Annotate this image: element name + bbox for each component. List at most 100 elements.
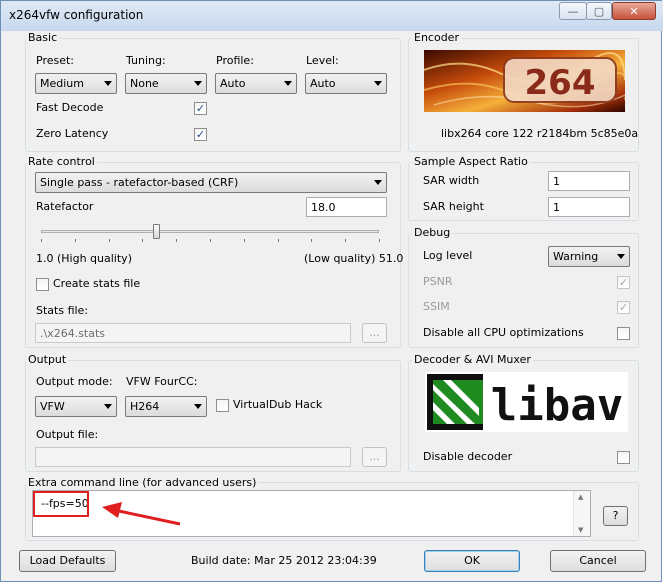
x264-logo: 264: [423, 50, 628, 112]
fourcc-select[interactable]: H264: [125, 396, 207, 417]
profile-select[interactable]: Auto: [215, 73, 297, 94]
stats-file-value: .\x264.stats: [40, 327, 106, 340]
chevron-down-icon: [104, 404, 112, 409]
log-level-select[interactable]: Warning: [548, 246, 630, 267]
debug-legend: Debug: [412, 226, 453, 239]
disable-decoder-checkbox[interactable]: [617, 451, 630, 464]
profile-label: Profile:: [216, 54, 254, 67]
sar-width-value: 1: [553, 175, 560, 188]
ratefactor-label: Ratefactor: [36, 200, 94, 213]
output-browse-button[interactable]: ...: [362, 447, 387, 467]
fourcc-value: H264: [130, 400, 160, 413]
chevron-down-icon: [374, 180, 382, 185]
fast-decode-label: Fast Decode: [36, 101, 104, 114]
scroll-down-icon[interactable]: ▼: [578, 526, 583, 534]
stats-file-label: Stats file:: [36, 304, 89, 317]
ssim-checkbox[interactable]: ✓: [617, 301, 630, 314]
zero-latency-label: Zero Latency: [36, 127, 109, 140]
config-window: x264vfw configuration — ▢ ✕ Basic Preset…: [0, 0, 663, 582]
encoder-version: libx264 core 122 r2184bm 5c85e0a: [441, 127, 639, 140]
preset-select[interactable]: Medium: [35, 73, 117, 94]
level-select[interactable]: Auto: [305, 73, 387, 94]
profile-value: Auto: [220, 77, 246, 90]
cancel-button[interactable]: Cancel: [550, 550, 646, 572]
create-stats-checkbox[interactable]: [36, 278, 49, 291]
help-button[interactable]: ?: [603, 506, 628, 526]
sar-height-input[interactable]: 1: [548, 197, 630, 217]
chevron-down-icon: [617, 254, 625, 259]
psnr-checkbox[interactable]: ✓: [617, 276, 630, 289]
chevron-down-icon: [374, 81, 382, 86]
preset-value: Medium: [40, 77, 84, 90]
libav-logo-text: libav: [491, 380, 623, 431]
stats-browse-button[interactable]: ...: [362, 323, 387, 343]
output-mode-label: Output mode:: [36, 375, 113, 388]
ratefactor-input[interactable]: 18.0: [306, 197, 387, 217]
output-file-label: Output file:: [36, 428, 99, 441]
sar-height-value: 1: [553, 201, 560, 214]
slider-tick: [108, 239, 110, 242]
psnr-label: PSNR: [423, 275, 453, 288]
tuning-label: Tuning:: [126, 54, 166, 67]
encoder-legend: Encoder: [412, 31, 461, 44]
window-title: x264vfw configuration: [9, 8, 144, 22]
chevron-down-icon: [194, 81, 202, 86]
slider-tick: [41, 239, 42, 242]
slider-tick: [210, 239, 211, 242]
title-bar[interactable]: x264vfw configuration — ▢ ✕: [1, 1, 663, 31]
tuning-select[interactable]: None: [125, 73, 207, 94]
annotation-highlight-box: [33, 491, 89, 517]
restore-button[interactable]: ▢: [586, 2, 612, 20]
zero-latency-checkbox[interactable]: ✓: [194, 128, 207, 141]
vdub-hack-checkbox[interactable]: [216, 399, 229, 412]
sar-height-label: SAR height: [423, 200, 484, 213]
sar-legend: Sample Aspect Ratio: [412, 155, 530, 168]
slider-tick: [243, 239, 245, 242]
ssim-label: SSIM: [423, 300, 450, 313]
rate-control-mode-select[interactable]: Single pass - ratefactor-based (CRF): [35, 172, 387, 193]
slider-tick: [142, 239, 144, 242]
annotation-arrow-icon: [102, 502, 181, 526]
tuning-value: None: [130, 77, 159, 90]
chevron-down-icon: [104, 81, 112, 86]
output-mode-select[interactable]: VFW: [35, 396, 117, 417]
output-mode-value: VFW: [40, 400, 65, 413]
close-button[interactable]: ✕: [612, 2, 656, 20]
fast-decode-checkbox[interactable]: ✓: [194, 102, 207, 115]
ok-button[interactable]: OK: [424, 550, 520, 572]
basic-legend: Basic: [26, 31, 60, 44]
x264-logo-text: 264: [525, 63, 596, 103]
extra-legend: Extra command line (for advanced users): [26, 476, 259, 489]
rate-control-mode-value: Single pass - ratefactor-based (CRF): [40, 176, 239, 189]
output-legend: Output: [26, 353, 69, 366]
chevron-down-icon: [194, 404, 202, 409]
load-defaults-button[interactable]: Load Defaults: [19, 550, 116, 572]
ratefactor-slider-thumb[interactable]: [152, 224, 160, 239]
output-file-input[interactable]: [35, 447, 351, 467]
scroll-up-icon[interactable]: ▲: [578, 493, 583, 501]
ratefactor-slider-track[interactable]: [41, 230, 379, 233]
slider-tick: [311, 239, 313, 242]
cpu-opt-label: Disable all CPU optimizations: [423, 326, 584, 339]
ratefactor-max-label: (Low quality) 51.0: [304, 252, 404, 265]
build-date: Build date: Mar 25 2012 23:04:39: [191, 554, 377, 567]
fourcc-label: VFW FourCC:: [126, 375, 198, 388]
slider-tick: [379, 239, 380, 242]
minimize-button[interactable]: —: [559, 2, 587, 20]
log-level-label: Log level: [423, 249, 473, 262]
sar-width-input[interactable]: 1: [548, 171, 630, 191]
cpu-opt-checkbox[interactable]: [617, 327, 630, 340]
stats-file-input[interactable]: .\x264.stats: [35, 323, 351, 343]
ratefactor-min-label: 1.0 (High quality): [36, 252, 132, 265]
sar-width-label: SAR width: [423, 174, 480, 187]
ratefactor-value: 18.0: [311, 201, 336, 214]
slider-tick: [74, 239, 76, 242]
disable-decoder-label: Disable decoder: [423, 450, 513, 463]
slider-tick: [345, 239, 347, 242]
level-label: Level:: [306, 54, 339, 67]
extra-scrollbar[interactable]: ▲ ▼: [573, 491, 590, 536]
decoder-legend: Decoder & AVI Muxer: [412, 353, 533, 366]
level-value: Auto: [310, 77, 336, 90]
chevron-down-icon: [284, 81, 292, 86]
vdub-hack-label: VirtualDub Hack: [233, 398, 323, 411]
